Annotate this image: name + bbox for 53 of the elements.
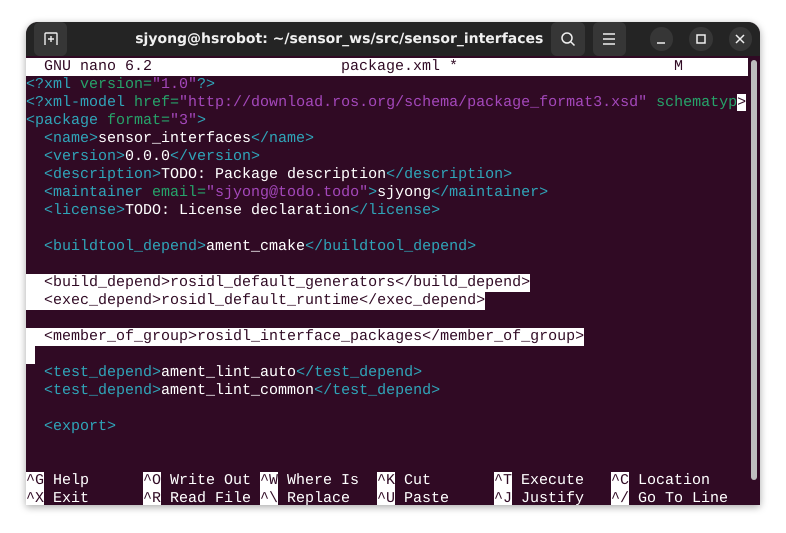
code-line: <description>TODO: Package description</description>	[43, 166, 512, 184]
shortcut-key: ^U	[377, 490, 396, 505]
modified-status-text: M	[674, 58, 684, 76]
shortcut-label: Help	[53, 472, 90, 490]
code-line: <maintainer email="sjyong@todo.todo">sjyong</maintainer>	[43, 184, 548, 202]
file-name: package.xml *	[341, 58, 460, 76]
maximize-icon	[696, 34, 706, 44]
code-line: <version>0.0.0</version>	[43, 148, 260, 166]
shortcut-key: ^C	[611, 472, 630, 490]
shortcut-key: ^R	[143, 490, 162, 505]
code-line: <test_depend>ament_lint_auto</test_depend>	[43, 364, 422, 382]
shortcut-label: Execute	[521, 472, 584, 490]
shortcut-label: Location	[638, 472, 710, 490]
close-icon	[735, 34, 746, 44]
shortcut-label: Cut	[404, 472, 432, 490]
minimize-button[interactable]	[650, 27, 674, 51]
code-line: <test_depend>ament_lint_common</test_depend>	[43, 382, 440, 400]
code-line: <?xml-model href="http://download.ros.org/schema/package_format3.xsd" schematyp>	[26, 94, 746, 112]
shortcut-key: ^X	[26, 490, 44, 505]
shortcut-label: Read File	[170, 490, 252, 505]
search-button[interactable]	[551, 22, 585, 56]
menu-icon	[602, 33, 616, 45]
shortcut-label: Write Out	[170, 472, 252, 490]
code-line: <package format="3">	[26, 112, 206, 130]
close-button[interactable]	[728, 27, 752, 51]
search-icon	[560, 31, 576, 47]
shortcut-key: ^\	[260, 490, 278, 505]
shortcut-label: Exit	[53, 490, 90, 505]
shortcut-key: ^K	[377, 472, 396, 490]
shortcut-key: ^O	[143, 472, 162, 490]
code-line: <name>sensor_interfaces</name>	[43, 130, 314, 148]
shortcut-key: ^G	[26, 472, 44, 490]
window-title: sjyong@hsrobot: ~/sensor_ws/src/sensor_interfaces	[134, 31, 544, 47]
shortcut-key: ^/	[611, 490, 630, 505]
code-line: <export>	[43, 418, 116, 436]
shortcut-label: Where Is	[287, 472, 360, 490]
new-tab-button[interactable]	[34, 22, 68, 56]
code-line: <?xml version="1.0"?>	[26, 76, 216, 94]
code-line: <license>TODO: License declaration</license>	[43, 202, 440, 220]
shortcut-label: Go To Line	[638, 490, 728, 505]
shortcut-label: Justify	[521, 490, 584, 505]
scrollbar-thumb[interactable]	[751, 60, 757, 480]
editor-version: GNU nano 6.2	[43, 58, 154, 76]
menu-button[interactable]	[592, 22, 626, 56]
new-tab-icon	[42, 31, 59, 47]
maximize-button[interactable]	[689, 27, 713, 51]
shortcut-key: ^T	[494, 472, 512, 490]
shortcut-label: Replace	[287, 490, 350, 505]
minimize-icon	[656, 42, 666, 44]
shortcut-label: Paste	[404, 490, 450, 505]
shortcut-key: ^W	[260, 472, 278, 490]
code-line: <buildtool_depend>ament_cmake</buildtool_depend>	[43, 238, 476, 256]
shortcut-key: ^J	[494, 490, 512, 505]
